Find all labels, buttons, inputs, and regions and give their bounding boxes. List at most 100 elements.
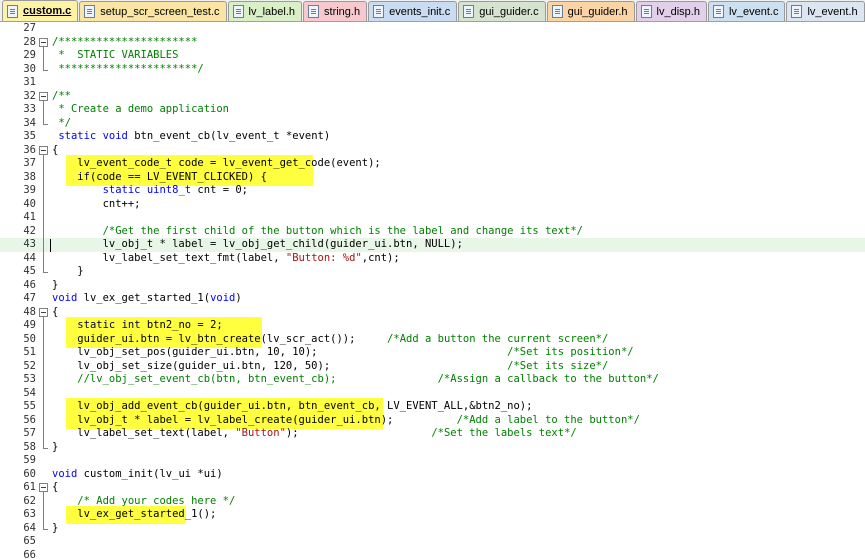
- code-line[interactable]: 43 lv_obj_t * label = lv_obj_get_child(g…: [0, 238, 865, 252]
- code-line[interactable]: 41: [0, 211, 865, 225]
- tab-lv-label-h[interactable]: lv_label.h: [227, 1, 303, 21]
- code-line[interactable]: 66: [0, 549, 865, 560]
- code-line[interactable]: 59: [0, 454, 865, 468]
- code-line[interactable]: 50 guider_ui.btn = lv_btn_create(lv_scr_…: [0, 333, 865, 347]
- code-line[interactable]: 44 lv_label_set_text_fmt(label, "Button:…: [0, 252, 865, 266]
- code-text: */: [52, 116, 71, 129]
- line-number: 48: [23, 305, 36, 318]
- tab-label: gui_guider.h: [567, 5, 628, 18]
- file-icon: [791, 5, 803, 18]
- file-icon: [712, 5, 724, 18]
- line-number: 44: [23, 251, 36, 264]
- tab-events-init-c[interactable]: events_init.c: [368, 1, 458, 21]
- fold-toggle-icon[interactable]: [39, 145, 48, 155]
- code-line[interactable]: 33 * Create a demo application: [0, 103, 865, 117]
- code-line[interactable]: 53 //lv_obj_set_event_cb(btn, btn_event_…: [0, 373, 865, 387]
- code-line[interactable]: 34 */: [0, 117, 865, 131]
- text-caret: [50, 238, 51, 252]
- code-text: * Create a demo application: [52, 103, 230, 115]
- tab-label: lv_event.h: [807, 5, 858, 18]
- code-text: void lv_ex_get_started_1(void): [52, 292, 242, 304]
- code-line[interactable]: 31: [0, 76, 865, 90]
- code-line[interactable]: 57 lv_label_set_text(label, "Button"); /…: [0, 427, 865, 441]
- code-text: }: [52, 440, 59, 453]
- code-line[interactable]: 65: [0, 535, 865, 549]
- line-number: 29: [23, 49, 36, 61]
- code-text: }: [52, 278, 59, 291]
- code-line[interactable]: 36 {: [0, 144, 865, 158]
- file-icon: [232, 5, 244, 18]
- code-line[interactable]: 60 void custom_init(lv_ui *ui): [0, 468, 865, 482]
- line-number: 53: [23, 373, 36, 385]
- code-line[interactable]: 29 * STATIC VARIABLES: [0, 49, 865, 63]
- file-icon: [7, 4, 18, 18]
- code-text: if(code == LV_EVENT_CLICKED) {: [77, 170, 267, 183]
- code-text: {: [52, 481, 59, 493]
- code-line[interactable]: 54: [0, 387, 865, 401]
- line-number: 56: [23, 413, 36, 426]
- fold-toggle-icon[interactable]: [39, 483, 48, 492]
- tab-gui-guider-c[interactable]: gui_guider.c: [458, 1, 546, 21]
- file-icon: [308, 5, 320, 18]
- tab-gui-guider-h[interactable]: gui_guider.h: [546, 1, 635, 21]
- code-line[interactable]: 46}: [0, 279, 865, 293]
- code-line[interactable]: 30 **********************/: [0, 63, 865, 77]
- line-number: 27: [23, 22, 36, 34]
- code-line[interactable]: 32 /**: [0, 90, 865, 104]
- tab-lv-event-c[interactable]: lv_event.c: [707, 1, 786, 21]
- code-line[interactable]: 58}: [0, 441, 865, 455]
- code-line[interactable]: 28 /**********************: [0, 36, 865, 50]
- code-line[interactable]: 27: [0, 22, 865, 36]
- code-line[interactable]: 52 lv_obj_set_size(guider_ui.btn, 120, 5…: [0, 360, 865, 374]
- tab-string-h[interactable]: string.h: [303, 1, 368, 21]
- line-number: 49: [23, 319, 36, 331]
- code-line[interactable]: 47 void lv_ex_get_started_1(void): [0, 292, 865, 306]
- code-line[interactable]: 48 {: [0, 306, 865, 320]
- line-number: 30: [23, 62, 36, 75]
- fold-toggle-icon[interactable]: [39, 307, 48, 317]
- code-line[interactable]: 38 if(code == LV_EVENT_CLICKED) {: [0, 171, 865, 185]
- code-line[interactable]: 40 cnt++;: [0, 198, 865, 212]
- code-line[interactable]: 56 lv_obj_t * label = lv_label_create(gu…: [0, 414, 865, 428]
- code-line[interactable]: 35 static void btn_event_cb(lv_event_t *…: [0, 130, 865, 144]
- tab-label: gui_guider.c: [479, 5, 539, 18]
- code-line[interactable]: 61 {: [0, 481, 865, 495]
- code-line[interactable]: 39 static uint8_t cnt = 0;: [0, 184, 865, 198]
- line-number: 50: [23, 332, 36, 345]
- line-number: 39: [23, 184, 36, 196]
- code-line[interactable]: 62 /* Add your codes here */: [0, 495, 865, 509]
- code-line[interactable]: 42 /*Get the first child of the button w…: [0, 225, 865, 239]
- line-number: 31: [23, 76, 36, 88]
- line-number: 45: [23, 265, 36, 277]
- code-text: }: [52, 521, 59, 534]
- tab-lv-event-h[interactable]: lv_event.h: [786, 1, 865, 21]
- code-line[interactable]: 64}: [0, 522, 865, 536]
- code-text: guider_ui.btn = lv_btn_create(lv_scr_act…: [52, 332, 609, 345]
- tab-label: lv_event.c: [728, 5, 779, 18]
- code-line[interactable]: 37 lv_event_code_t code = lv_event_get_c…: [0, 157, 865, 171]
- code-line[interactable]: 63 lv_ex_get_started_1();: [0, 508, 865, 522]
- tab-label: string.h: [324, 5, 361, 18]
- code-text: static uint8_t cnt = 0;: [102, 184, 249, 196]
- code-editor[interactable]: 27 28/********************** 29 * STATIC V…: [0, 22, 865, 560]
- tab-lv-disp-h[interactable]: lv_disp.h: [635, 1, 707, 21]
- line-number: 59: [23, 454, 36, 466]
- line-number: 54: [23, 386, 36, 399]
- fold-line: [43, 492, 44, 529]
- code-text: /**: [52, 89, 71, 102]
- code-text: lv_ex_get_started_1();: [52, 508, 217, 520]
- code-text: lv_obj_set_size(guider_ui.btn, 120, 50);…: [52, 359, 609, 372]
- tab-custom-c[interactable]: custom.c: [2, 0, 79, 21]
- fold-toggle-icon[interactable]: [39, 91, 48, 101]
- line-number: 47: [23, 292, 36, 304]
- line-number: 28: [23, 35, 36, 48]
- code-line[interactable]: 45 }: [0, 265, 865, 279]
- fold-toggle-icon[interactable]: [39, 37, 48, 47]
- code-text: static int btn2_no = 2;: [77, 319, 223, 331]
- code-line[interactable]: 49 static int btn2_no = 2;: [0, 319, 865, 333]
- code-line[interactable]: 51 lv_obj_set_pos(guider_ui.btn, 10, 10)…: [0, 346, 865, 360]
- line-number: 35: [23, 130, 36, 142]
- code-line[interactable]: 55 lv_obj_add_event_cb(guider_ui.btn, bt…: [0, 400, 865, 414]
- file-icon: [463, 5, 475, 18]
- tab-setup-scr-screen-test-c[interactable]: setup_scr_screen_test.c: [79, 1, 227, 21]
